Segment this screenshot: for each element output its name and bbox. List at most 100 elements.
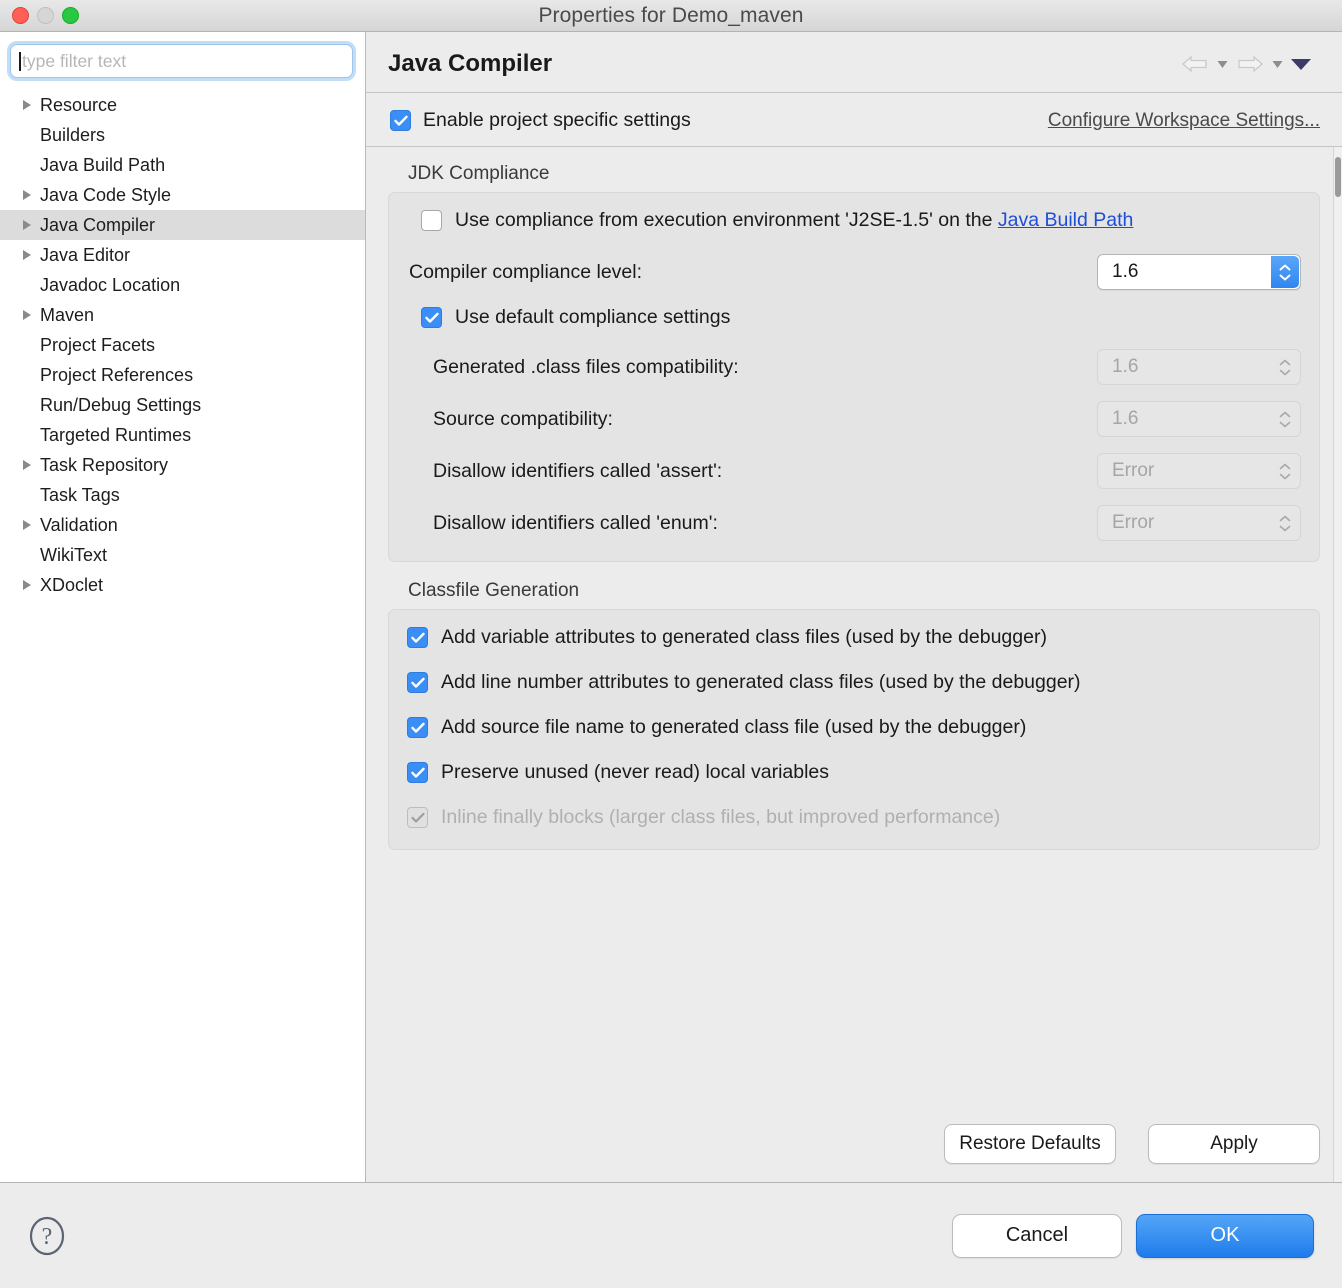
enable-project-specific-settings-checkbox[interactable]: Enable project specific settings <box>390 109 691 132</box>
sidebar-item-javadoc-location[interactable]: Javadoc Location <box>0 270 365 300</box>
sidebar-item-maven[interactable]: Maven <box>0 300 365 330</box>
add-source-file-name-checkbox[interactable]: Add source file name to generated class … <box>407 716 1301 739</box>
settings-tree: Resource Builders Java Build Path Java C… <box>0 86 365 1182</box>
sidebar-item-label: Java Editor <box>40 244 131 265</box>
text-cursor <box>19 51 21 71</box>
disallow-assert-row: Disallow identifiers called 'assert': Er… <box>407 453 1301 489</box>
sidebar-item-java-code-style[interactable]: Java Code Style <box>0 180 365 210</box>
source-compat-row: Source compatibility: 1.6 <box>407 401 1301 437</box>
compiler-compliance-level-select[interactable]: 1.6 <box>1097 254 1301 290</box>
use-default-compliance-checkbox[interactable]: Use default compliance settings <box>407 306 1301 329</box>
sidebar-item-java-build-path[interactable]: Java Build Path <box>0 150 365 180</box>
title-bar: Properties for Demo_maven <box>0 0 1342 32</box>
sidebar-item-label: Java Compiler <box>40 214 156 235</box>
sidebar-item-task-tags[interactable]: Task Tags <box>0 480 365 510</box>
sidebar-item-wikitext[interactable]: WikiText <box>0 540 365 570</box>
page-title: Java Compiler <box>388 50 553 77</box>
settings-content: Java Compiler Enable project specific se… <box>366 32 1342 1182</box>
back-dropdown-icon[interactable] <box>1217 60 1228 69</box>
sidebar-item-project-facets[interactable]: Project Facets <box>0 330 365 360</box>
page-header: Java Compiler <box>366 32 1342 93</box>
checkbox-unchecked-icon <box>421 210 442 231</box>
page-action-buttons: Restore Defaults Apply <box>944 1124 1320 1164</box>
add-line-number-attributes-checkbox[interactable]: Add line number attributes to generated … <box>407 671 1301 694</box>
expand-arrow-icon[interactable] <box>22 219 40 231</box>
preserve-unused-locals-checkbox[interactable]: Preserve unused (never read) local varia… <box>407 761 1301 784</box>
sidebar-item-label: Project Facets <box>40 334 156 355</box>
close-button[interactable] <box>12 7 29 24</box>
scrollbar-thumb[interactable] <box>1335 157 1341 197</box>
filter-container: type filter text <box>0 44 365 86</box>
source-compat-value: 1.6 <box>1112 408 1139 429</box>
sidebar-item-label: Maven <box>40 304 95 325</box>
minimize-button[interactable] <box>37 7 54 24</box>
generated-class-compat-select: 1.6 <box>1097 349 1301 385</box>
sidebar-item-run-debug-settings[interactable]: Run/Debug Settings <box>0 390 365 420</box>
add-variable-attributes-checkbox[interactable]: Add variable attributes to generated cla… <box>407 626 1301 649</box>
expand-arrow-icon[interactable] <box>22 459 40 471</box>
sidebar-item-label: Resource <box>40 94 118 115</box>
forward-arrow-icon[interactable] <box>1235 54 1265 74</box>
generated-class-compat-value: 1.6 <box>1112 356 1139 377</box>
settings-scroll-area: JDK Compliance Use compliance from execu… <box>366 147 1342 1182</box>
back-arrow-icon[interactable] <box>1180 54 1210 74</box>
apply-button[interactable]: Apply <box>1148 1124 1320 1164</box>
stepper-icon[interactable] <box>1271 256 1299 288</box>
configure-workspace-settings-link[interactable]: Configure Workspace Settings... <box>1048 110 1320 132</box>
disallow-enum-label: Disallow identifiers called 'enum': <box>433 511 718 534</box>
use-execution-environment-checkbox[interactable]: Use compliance from execution environmen… <box>407 209 1301 232</box>
expand-arrow-icon[interactable] <box>22 189 40 201</box>
sidebar-item-java-compiler[interactable]: Java Compiler <box>0 210 365 240</box>
sidebar-item-label: Project References <box>40 364 194 385</box>
preserve-unused-locals-label: Preserve unused (never read) local varia… <box>441 761 830 783</box>
checkbox-checked-icon <box>390 110 411 131</box>
zoom-button[interactable] <box>62 7 79 24</box>
sidebar-item-xdoclet[interactable]: XDoclet <box>0 570 365 600</box>
source-compat-label: Source compatibility: <box>433 407 613 430</box>
ok-button[interactable]: OK <box>1136 1213 1314 1258</box>
sidebar-item-task-repository[interactable]: Task Repository <box>0 450 365 480</box>
sidebar-item-project-references[interactable]: Project References <box>0 360 365 390</box>
stepper-icon <box>1271 403 1299 435</box>
dialog-body: type filter text Resource Builders Java … <box>0 32 1342 1182</box>
vertical-scrollbar[interactable] <box>1333 147 1342 1182</box>
sidebar-item-label: Run/Debug Settings <box>40 394 202 415</box>
search-input[interactable]: type filter text <box>10 44 353 78</box>
page-nav-controls <box>1180 54 1320 74</box>
classfile-generation-group: Add variable attributes to generated cla… <box>388 609 1320 850</box>
disallow-enum-select: Error <box>1097 505 1301 541</box>
disallow-assert-label: Disallow identifiers called 'assert': <box>433 459 723 482</box>
compiler-compliance-level-value: 1.6 <box>1112 261 1139 282</box>
expand-arrow-icon[interactable] <box>22 309 40 321</box>
source-compat-select: 1.6 <box>1097 401 1301 437</box>
sidebar-item-label: Java Code Style <box>40 184 172 205</box>
expand-arrow-icon[interactable] <box>22 579 40 591</box>
generated-class-compat-label: Generated .class files compatibility: <box>433 355 739 378</box>
chevron-down-icon[interactable] <box>1290 57 1312 71</box>
java-build-path-link[interactable]: Java Build Path <box>998 209 1134 231</box>
sidebar-item-validation[interactable]: Validation <box>0 510 365 540</box>
sidebar-item-builders[interactable]: Builders <box>0 120 365 150</box>
sidebar-item-label: Task Repository <box>40 454 169 475</box>
inline-finally-blocks-label: Inline finally blocks (larger class file… <box>441 806 1001 828</box>
sidebar-item-label: Task Tags <box>40 484 120 505</box>
inline-finally-blocks-checkbox: Inline finally blocks (larger class file… <box>407 806 1301 829</box>
jdk-compliance-group: Use compliance from execution environmen… <box>388 192 1320 562</box>
sidebar-item-resource[interactable]: Resource <box>0 90 365 120</box>
sidebar-item-targeted-runtimes[interactable]: Targeted Runtimes <box>0 420 365 450</box>
sidebar-item-java-editor[interactable]: Java Editor <box>0 240 365 270</box>
sidebar-item-label: Java Build Path <box>40 154 166 175</box>
cancel-button[interactable]: Cancel <box>952 1213 1122 1258</box>
expand-arrow-icon[interactable] <box>22 249 40 261</box>
compiler-compliance-level-label: Compiler compliance level: <box>409 260 643 283</box>
restore-defaults-button[interactable]: Restore Defaults <box>944 1124 1116 1164</box>
settings-sidebar: type filter text Resource Builders Java … <box>0 32 366 1182</box>
expand-arrow-icon[interactable] <box>22 99 40 111</box>
expand-arrow-icon[interactable] <box>22 519 40 531</box>
stepper-icon <box>1271 351 1299 383</box>
checkbox-checked-icon <box>407 762 428 783</box>
window-title: Properties for Demo_maven <box>538 3 804 27</box>
forward-dropdown-icon[interactable] <box>1272 60 1283 69</box>
checkbox-checked-icon <box>421 307 442 328</box>
help-icon[interactable]: ? <box>26 1215 68 1257</box>
